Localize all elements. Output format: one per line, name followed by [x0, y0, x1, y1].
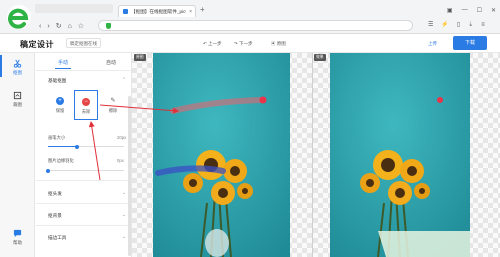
arrow-to-tool: [88, 121, 101, 181]
arrow-to-canvas: [99, 104, 179, 114]
annotation-arrows: [88, 104, 179, 181]
